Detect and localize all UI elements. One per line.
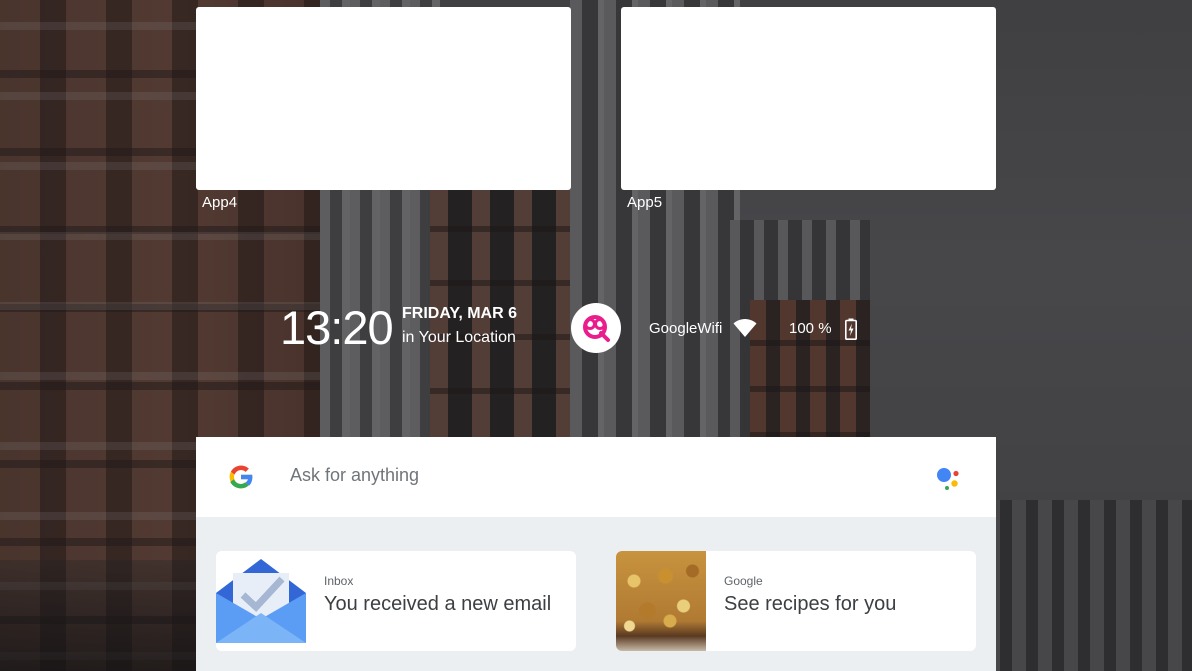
suggestion-card-inbox[interactable]: Inbox You received a new email <box>216 551 576 651</box>
suggestion-card-recipes[interactable]: Google See recipes for you <box>616 551 976 651</box>
suggestion-title: See recipes for you <box>724 593 897 615</box>
wifi-network-name[interactable]: GoogleWifi <box>649 320 722 337</box>
suggestion-source: Google <box>724 574 763 588</box>
profile-logo-icon <box>583 315 610 342</box>
battery-percentage: 100 % <box>789 320 832 337</box>
app-label-app4: App4 <box>202 194 238 211</box>
search-input[interactable] <box>290 465 890 486</box>
google-assistant-icon[interactable] <box>934 464 962 492</box>
google-logo-icon <box>229 465 254 489</box>
inbox-icon <box>216 551 306 651</box>
search-bar[interactable] <box>196 437 996 517</box>
location-label: in Your Location <box>402 329 516 346</box>
clock[interactable]: 13:20 <box>280 300 394 355</box>
profile-button[interactable] <box>571 303 621 353</box>
wifi-icon[interactable] <box>733 318 757 338</box>
app-label-app5: App5 <box>627 194 663 211</box>
battery-charging-icon[interactable] <box>845 318 857 340</box>
app-tile-app4[interactable] <box>196 7 571 190</box>
recipe-image <box>616 551 706 651</box>
suggestion-source: Inbox <box>324 574 354 588</box>
date-label: FRIDAY, MAR 6 <box>402 305 517 322</box>
app-tile-app5[interactable] <box>621 7 996 190</box>
suggestion-title: You received a new email <box>324 593 552 615</box>
search-card: Inbox You received a new email Google Se… <box>196 437 996 671</box>
